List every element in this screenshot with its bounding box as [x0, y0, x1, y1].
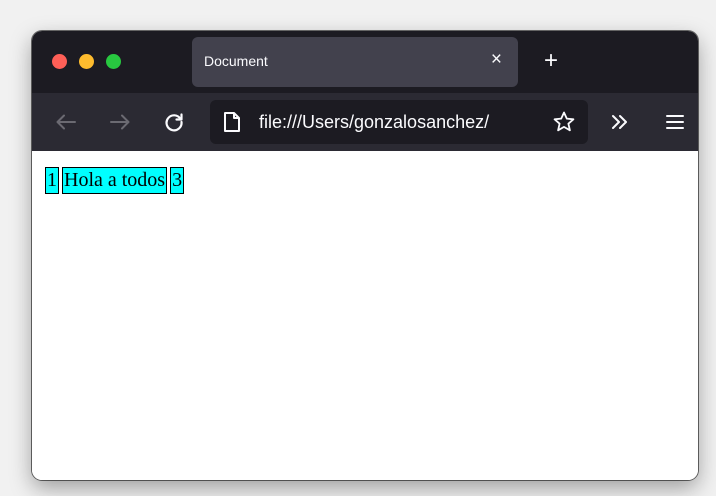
- item-box-2: Hola a todos: [62, 167, 168, 194]
- address-bar[interactable]: file:///Users/gonzalosanchez/: [210, 100, 588, 144]
- hamburger-menu-icon[interactable]: [661, 108, 689, 136]
- title-bar: Document × +: [32, 31, 698, 93]
- bookmark-star-icon[interactable]: [552, 110, 576, 139]
- tab-title: Document: [204, 53, 268, 69]
- url-text[interactable]: file:///Users/gonzalosanchez/: [259, 112, 538, 133]
- new-tab-button[interactable]: +: [538, 49, 564, 75]
- overflow-chevrons-icon[interactable]: [606, 108, 634, 136]
- minimize-window-button[interactable]: [79, 54, 94, 69]
- navigation-toolbar: file:///Users/gonzalosanchez/: [32, 93, 698, 151]
- browser-window: Document × + file:///Users/gonzalosanche…: [32, 31, 698, 480]
- reload-icon[interactable]: [160, 108, 188, 136]
- item-box-3: 3: [170, 167, 185, 194]
- page-content: 1 Hola a todos 3: [32, 151, 698, 480]
- forward-arrow-icon[interactable]: [106, 108, 134, 136]
- page-icon: [223, 111, 241, 138]
- tab-document[interactable]: Document ×: [192, 37, 518, 87]
- tab-close-icon[interactable]: ×: [491, 50, 502, 70]
- item-row: 1 Hola a todos 3: [45, 167, 187, 194]
- close-window-button[interactable]: [52, 54, 67, 69]
- zoom-window-button[interactable]: [106, 54, 121, 69]
- item-box-1: 1: [45, 167, 59, 194]
- back-arrow-icon[interactable]: [52, 108, 80, 136]
